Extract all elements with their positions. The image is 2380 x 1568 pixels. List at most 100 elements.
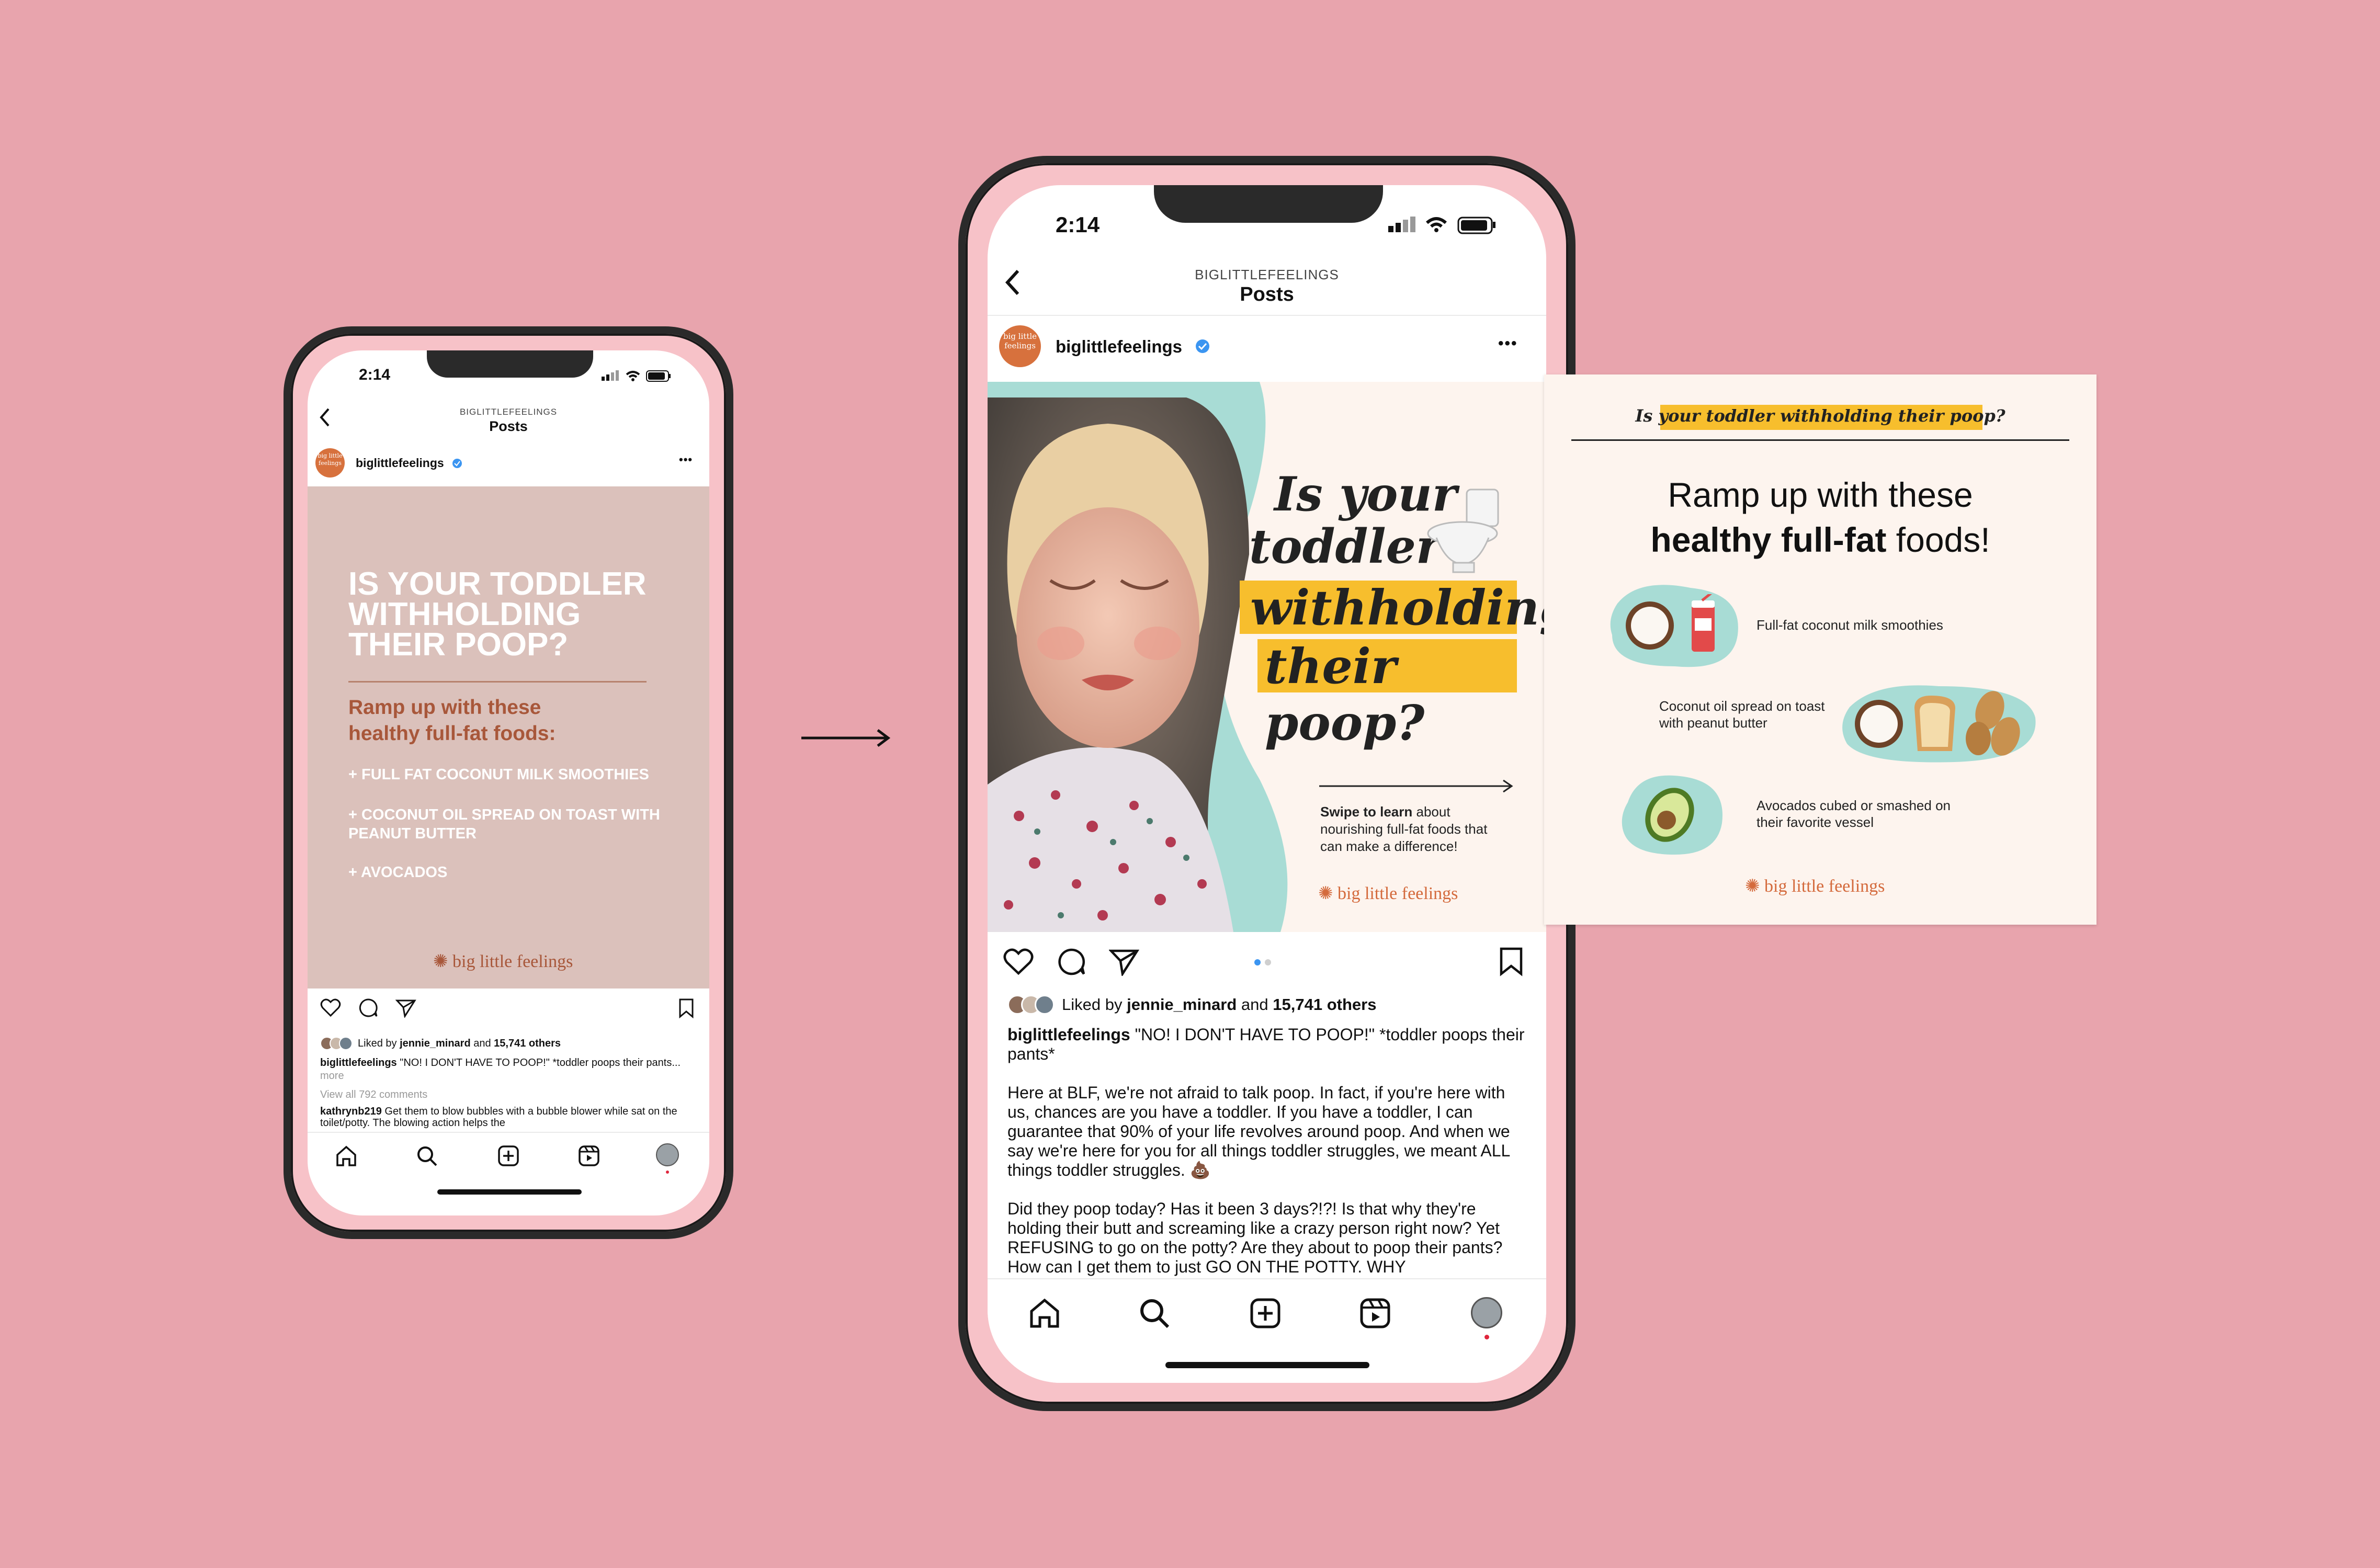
status-icons: [602, 370, 671, 382]
reels-icon[interactable]: [577, 1144, 600, 1167]
caption-more-link[interactable]: more: [320, 1070, 344, 1082]
slide-title-line3: withholding: [1250, 580, 1546, 636]
toddler-photo: [988, 397, 1249, 932]
more-options-button[interactable]: •••: [1498, 335, 1518, 353]
status-icons: [1388, 217, 1495, 234]
post-image-slide-2: Is your toddler withholding their poop? …: [1544, 374, 2096, 925]
post-item-2: + COCONUT OIL SPREAD ON TOAST WITH PEANU…: [348, 806, 660, 842]
post-headline: IS YOUR TODDLER WITHHOLDING THEIR POOP?: [348, 566, 647, 663]
header-title: Posts: [1240, 283, 1294, 305]
bookmark-icon[interactable]: [1498, 947, 1524, 977]
brand-logo: ✺ big little feelings: [1745, 877, 1885, 896]
slide-title-line4: their poop?: [1265, 638, 1425, 751]
caption-username[interactable]: biglittlefeelings: [320, 1057, 397, 1069]
slide2-title-line1: Ramp up with these: [1668, 475, 1973, 514]
swipe-text-bold: Swipe to learn: [1320, 804, 1413, 820]
coconut-toast-peanut-icon: [1855, 691, 2020, 756]
liker-name[interactable]: jennie_minard: [1127, 995, 1237, 1014]
notch: [427, 350, 593, 378]
post-image-slide-1[interactable]: Is your toddler withholding their poop? …: [988, 382, 1546, 932]
slide-title-line2: toddler: [1249, 519, 1441, 574]
commenter-name[interactable]: kathrynb219: [320, 1106, 382, 1117]
phone-screen: 2:14 BIGLITTLEFEELINGS Posts big little …: [308, 350, 709, 1215]
slide2-title-end: foods!: [1896, 520, 1990, 559]
username[interactable]: biglittlefeelings: [356, 456, 444, 470]
heart-icon[interactable]: [1003, 948, 1034, 976]
liker-avatar: [339, 1037, 353, 1050]
caption-paragraph-2: Did they poop today? Has it been 3 days?…: [1007, 1199, 1503, 1276]
heart-icon[interactable]: [320, 998, 341, 1018]
verified-badge-icon: [452, 459, 462, 468]
likes-count[interactable]: 15,741 others: [1273, 995, 1376, 1014]
reels-icon[interactable]: [1359, 1297, 1391, 1330]
comment-preview: kathrynb219 Get them to blow bubbles wit…: [320, 1106, 697, 1129]
avocado-icon: [1645, 788, 1694, 842]
caption-paragraph-1: Here at BLF, we're not afraid to talk po…: [1007, 1083, 1510, 1179]
home-indicator: [1165, 1362, 1369, 1368]
coconut-and-smoothie-icon: [1626, 594, 1715, 652]
header-account: BIGLITTLEFEELINGS: [1195, 267, 1339, 282]
avatar[interactable]: big little feelings: [999, 325, 1041, 367]
liker-avatar: [1035, 995, 1055, 1015]
phone-mockup-large: 2:14 BIGLITTLEFEELINGS Posts big little …: [958, 156, 1576, 1411]
username[interactable]: biglittlefeelings: [1056, 337, 1182, 357]
notch: [1154, 185, 1383, 223]
profile-avatar-icon[interactable]: [1471, 1297, 1502, 1328]
likes-row: Liked by jennie_minard and 15,741 others: [1007, 995, 1376, 1015]
liked-by-label: Liked by: [1062, 995, 1123, 1014]
caption-username[interactable]: biglittlefeelings: [1007, 1025, 1130, 1044]
post-image[interactable]: IS YOUR TODDLER WITHHOLDING THEIR POOP? …: [308, 486, 709, 988]
swipe-arrow-icon: [1319, 779, 1513, 793]
send-icon[interactable]: [1109, 948, 1139, 976]
post-item-1: + FULL FAT COCONUT MILK SMOOTHIES: [348, 766, 649, 783]
search-icon[interactable]: [415, 1144, 438, 1167]
add-post-icon[interactable]: [497, 1144, 520, 1167]
caption-text: "NO! I DON'T HAVE TO POOP!" *toddler poo…: [400, 1057, 681, 1069]
post-item-3: + AVOCADOS: [348, 864, 448, 881]
home-icon[interactable]: [335, 1144, 358, 1167]
and-label: and: [1241, 995, 1268, 1014]
phone-mockup-small: 2:14 BIGLITTLEFEELINGS Posts big little …: [284, 326, 733, 1239]
slide2-title-line2: healthy full-fat foods!: [1544, 520, 2096, 560]
toilet-icon: [1427, 488, 1499, 573]
search-icon[interactable]: [1138, 1297, 1171, 1330]
phone-screen: 2:14 BIGLITTLEFEELINGS Posts big little …: [988, 185, 1546, 1383]
profile-avatar-icon[interactable]: [656, 1143, 679, 1166]
notification-dot: [1484, 1335, 1489, 1339]
liker-name[interactable]: jennie_minard: [400, 1038, 471, 1050]
slide2-item-3: Avocados cubed or smashed on their favor…: [1756, 798, 1951, 830]
carousel-dot: [1265, 959, 1271, 965]
and-label: and: [473, 1037, 491, 1049]
likes-row: Liked by jennie_minard and 15,741 others: [320, 1037, 561, 1050]
brand-name: big little feelings: [452, 952, 573, 971]
status-time: 2:14: [1056, 212, 1100, 237]
brand-logo: ✺ big little feelings: [433, 952, 573, 971]
comment-icon[interactable]: [1057, 948, 1087, 976]
avatar[interactable]: big little feelings: [315, 448, 345, 478]
slide2-item-1: Full-fat coconut milk smoothies: [1756, 617, 1943, 633]
caption: biglittlefeelings "NO! I DON'T HAVE TO P…: [320, 1056, 697, 1083]
divider: [1571, 439, 2069, 441]
divider: [348, 681, 647, 683]
notification-dot: [666, 1171, 669, 1174]
carousel-dot-active: [1254, 959, 1261, 965]
likes-count[interactable]: 15,741 others: [494, 1038, 561, 1050]
swipe-text: Swipe to learn about nourishing full-fat…: [1320, 803, 1509, 855]
bookmark-icon[interactable]: [678, 998, 695, 1019]
status-time: 2:14: [359, 366, 391, 383]
view-comments-link[interactable]: View all 792 comments: [320, 1089, 427, 1101]
home-icon[interactable]: [1028, 1297, 1061, 1330]
liked-by-label: Liked by: [358, 1037, 397, 1049]
verified-badge-icon: [1196, 339, 1209, 353]
header-title: Posts: [489, 418, 528, 434]
arrow-right-icon: [801, 729, 891, 747]
more-options-button[interactable]: •••: [679, 453, 693, 467]
comment-icon[interactable]: [358, 998, 379, 1018]
brand-name: big little feelings: [1764, 877, 1885, 896]
brand-logo: ✺ big little feelings: [1318, 884, 1458, 903]
add-post-icon[interactable]: [1249, 1297, 1282, 1330]
brand-name: big little feelings: [1338, 884, 1458, 903]
send-icon[interactable]: [395, 998, 416, 1018]
post-subhead: Ramp up with these healthy full-fat food…: [348, 696, 556, 745]
slide2-tag: Is your toddler withholding their poop?: [1635, 406, 2005, 426]
